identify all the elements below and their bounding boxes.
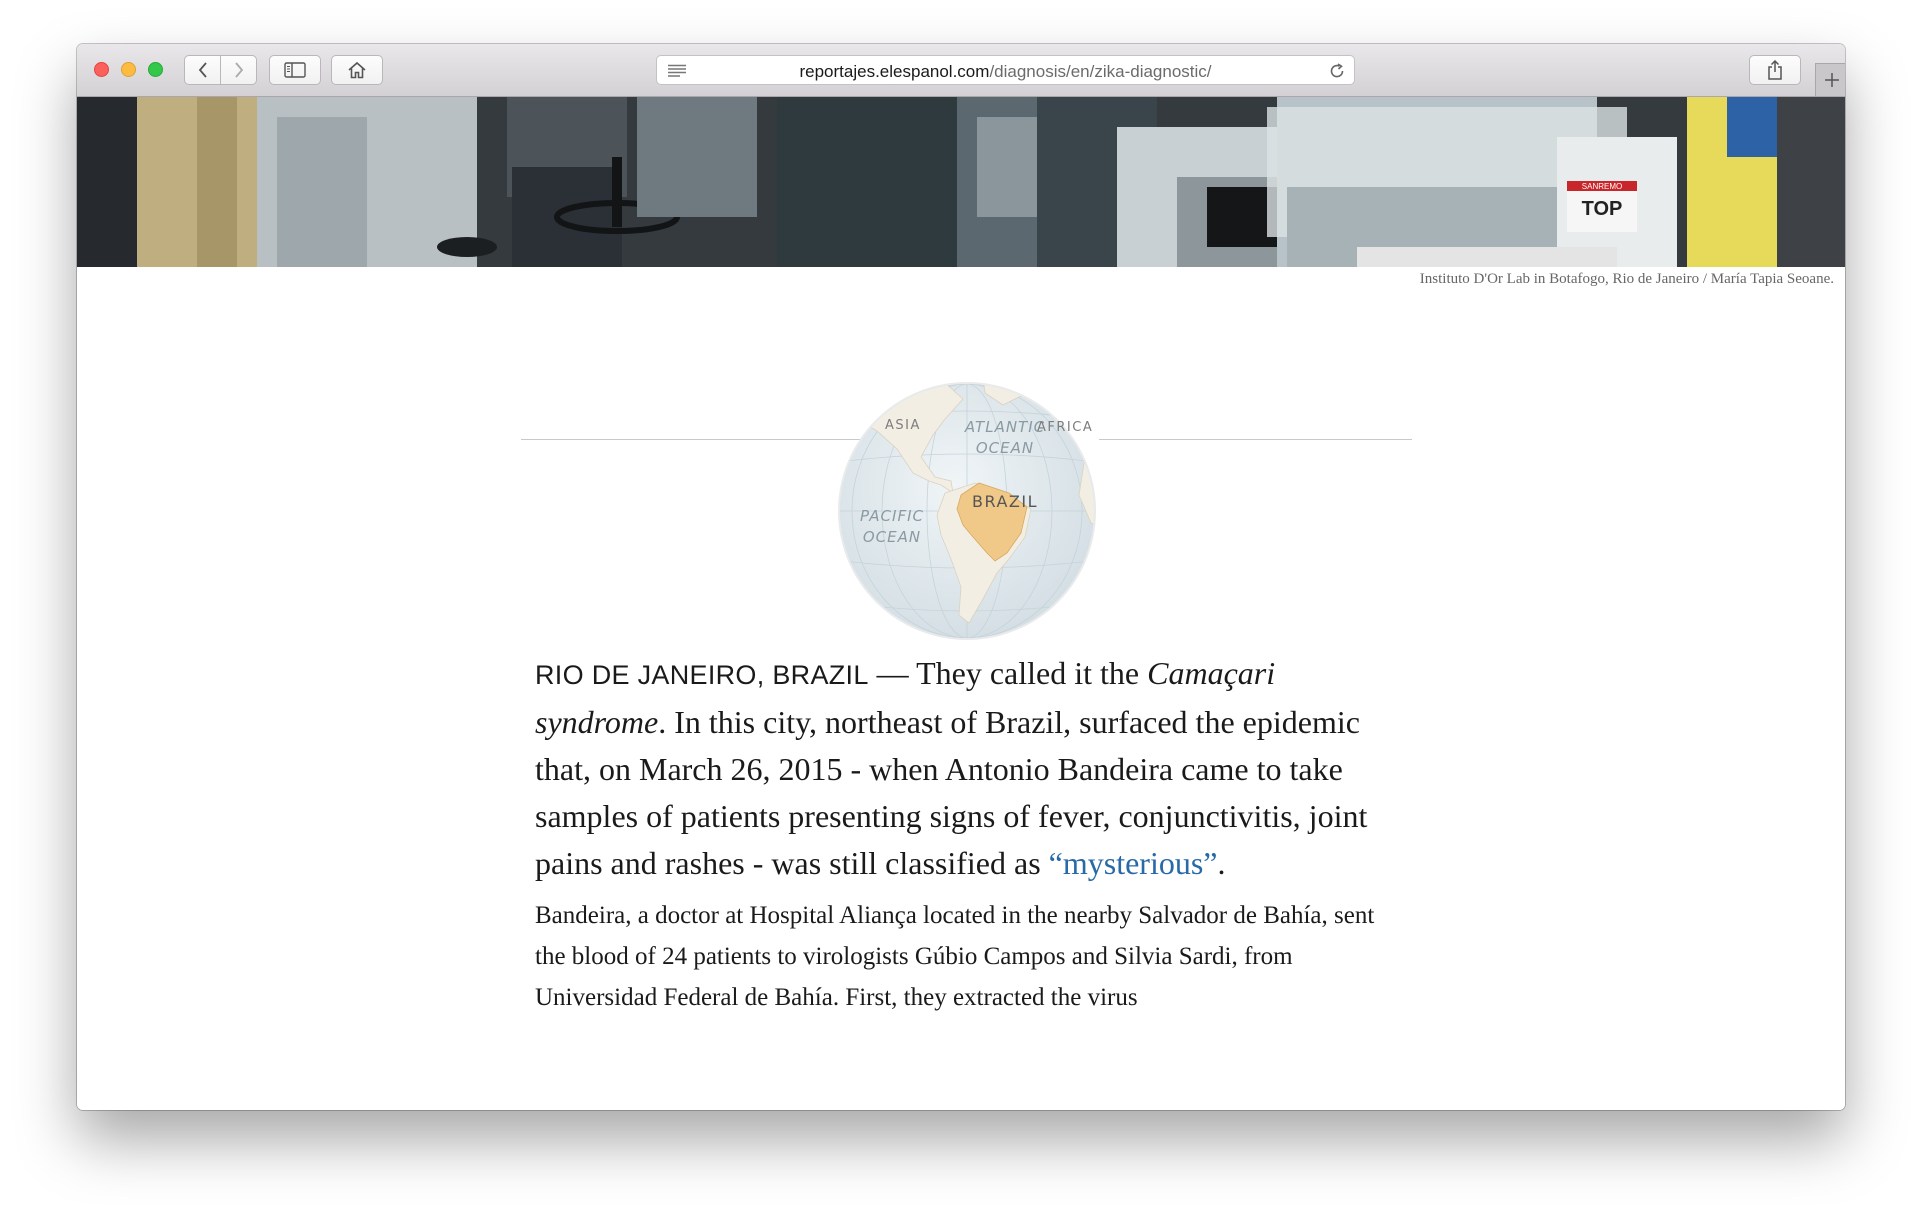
lab-photo: TOP SANREMO [77, 97, 1845, 267]
mysterious-link[interactable]: “mysterious” [1049, 845, 1218, 881]
new-tab-button[interactable] [1815, 63, 1845, 96]
share-icon [1768, 60, 1782, 80]
back-icon [198, 62, 207, 78]
lead-text-2: . In this city, northeast of Brazil, sur… [535, 704, 1368, 881]
hero-image: TOP SANREMO [77, 97, 1845, 267]
url-text: reportajes.elespanol.com/diagnosis/en/zi… [657, 62, 1354, 82]
globe-map: ATLANTIC OCEAN PACIFIC OCEAN BRAZIL [838, 382, 1096, 640]
url-path: /diagnosis/en/zika-diagnostic/ [989, 62, 1212, 81]
article-paragraph: Bandeira, a doctor at Hospital Aliança l… [535, 902, 1375, 1011]
lead-text-3: . [1217, 845, 1226, 881]
label-pacific: PACIFIC [860, 507, 924, 525]
label-ocean-atlantic: OCEAN [976, 439, 1034, 457]
divider-right [1099, 439, 1412, 440]
sidebar-toggle-button[interactable] [269, 55, 321, 85]
page-content: TOP SANREMO Instituto D'Or Lab in Botafo… [77, 97, 1845, 1110]
plus-icon [1824, 73, 1839, 87]
box-label-top: TOP [1582, 198, 1623, 220]
home-icon [348, 61, 366, 79]
browser-window: reportajes.elespanol.com/diagnosis/en/zi… [77, 44, 1845, 1110]
browser-toolbar: reportajes.elespanol.com/diagnosis/en/zi… [77, 44, 1845, 97]
dateline: RIO DE JANEIRO, BRAZIL [535, 660, 869, 690]
location-globe: ATLANTIC OCEAN PACIFIC OCEAN BRAZIL [833, 377, 1101, 650]
lead-text-1: — They called it the [868, 655, 1148, 691]
close-window-button[interactable] [94, 62, 109, 77]
url-domain: reportajes.elespanol.com [799, 62, 990, 81]
back-button[interactable] [184, 55, 221, 85]
reload-icon[interactable] [1329, 63, 1345, 79]
label-atlantic: ATLANTIC [964, 418, 1045, 436]
label-brazil: BRAZIL [972, 492, 1038, 511]
share-button[interactable] [1749, 55, 1801, 85]
box-label-small: SANREMO [1582, 182, 1622, 191]
label-asia: ASIA [885, 418, 921, 433]
article-lead: RIO DE JANEIRO, BRAZIL — They called it … [535, 650, 1375, 887]
label-ocean-pacific: OCEAN [863, 528, 921, 546]
forward-button[interactable] [220, 55, 257, 85]
home-button[interactable] [331, 55, 383, 85]
zoom-window-button[interactable] [148, 62, 163, 77]
label-africa: AFRICA [1037, 420, 1094, 435]
sidebar-icon [284, 62, 306, 78]
photo-caption: Instituto D'Or Lab in Botafogo, Rio de J… [1419, 271, 1834, 287]
address-bar[interactable]: reportajes.elespanol.com/diagnosis/en/zi… [656, 55, 1355, 85]
minimize-window-button[interactable] [121, 62, 136, 77]
forward-icon [234, 62, 243, 78]
